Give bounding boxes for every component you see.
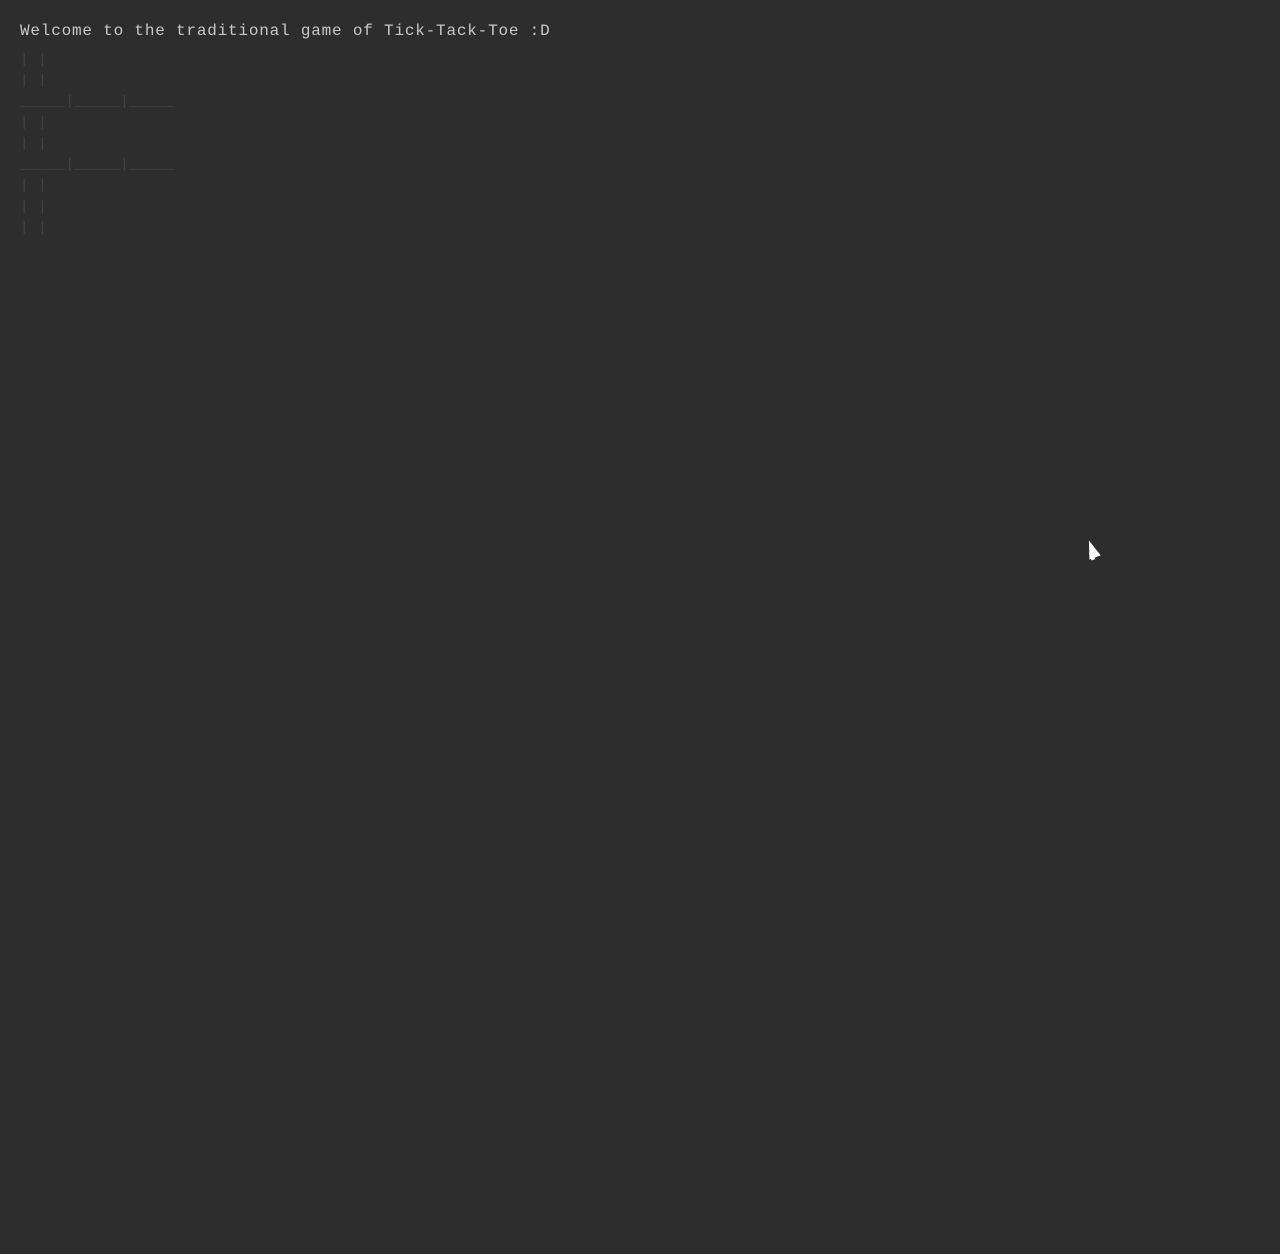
welcome-text: Welcome to the traditional game of Tick-… [20, 20, 1260, 42]
grid-row: _____|_____|_____ [20, 92, 1260, 113]
grid-row: | | [20, 71, 1260, 92]
mouse-cursor [1086, 540, 1100, 560]
grid-row: | | [20, 218, 1260, 239]
grid-row: | | [20, 50, 1260, 71]
grid-row: | | [20, 197, 1260, 218]
grid-row: | | [20, 134, 1260, 155]
grid-row: | | [20, 113, 1260, 134]
grid-row: | | [20, 176, 1260, 197]
game-grid: | | | | _____|_____|_____ | | | | _____|… [20, 50, 1260, 239]
terminal-screen: Welcome to the traditional game of Tick-… [0, 0, 1280, 1254]
grid-row: _____|_____|_____ [20, 155, 1260, 176]
